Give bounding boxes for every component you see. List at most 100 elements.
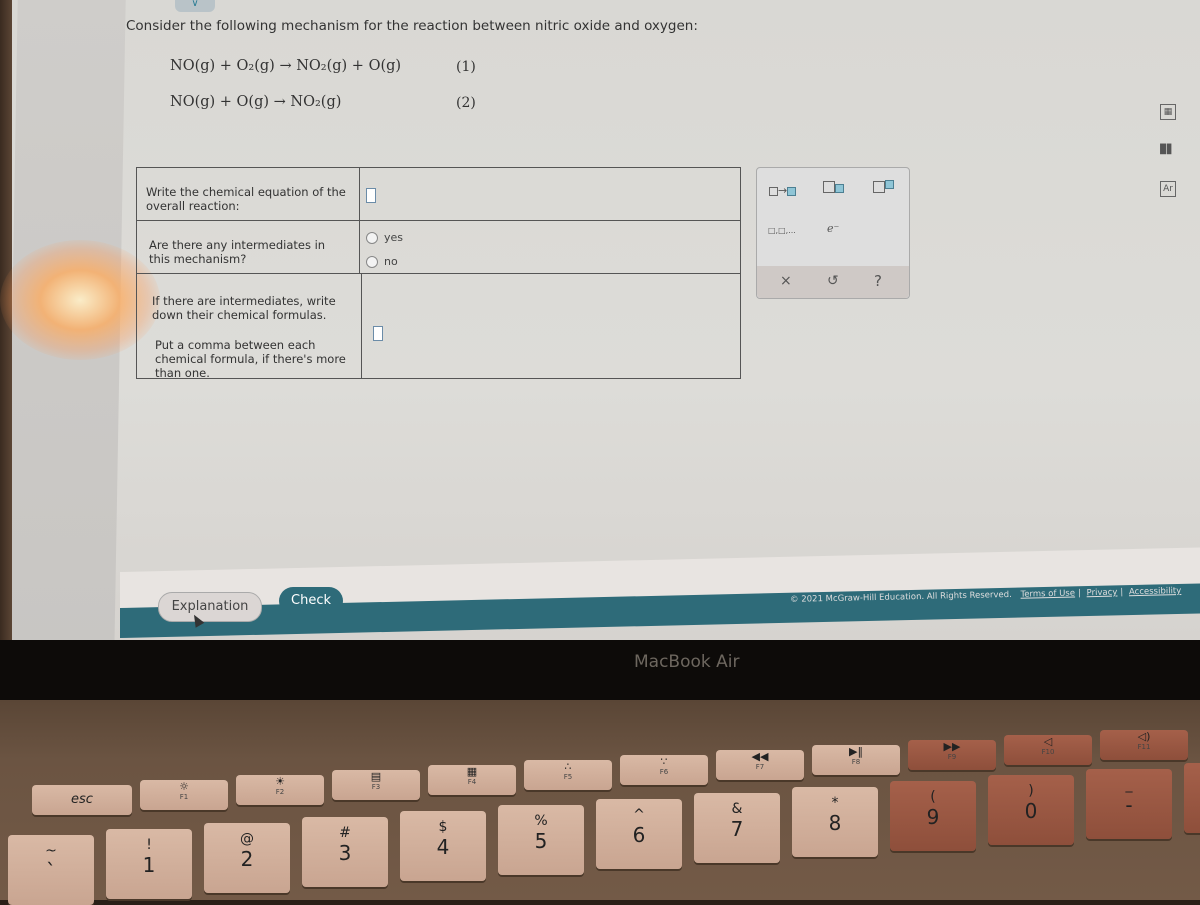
key-shift-label: ~ bbox=[45, 843, 57, 859]
key-fn-label: F10 bbox=[1041, 748, 1055, 756]
key-shift-label: + bbox=[1184, 771, 1200, 787]
key-shift-label: @ bbox=[240, 831, 254, 847]
key-4[interactable]: $4 bbox=[400, 811, 486, 881]
question-formulas-hint: Put a comma between each chemical formul… bbox=[155, 338, 346, 380]
palette-action-bar: × ↺ ? bbox=[757, 266, 909, 298]
key-8[interactable]: * 8 bbox=[792, 787, 878, 857]
clear-button[interactable]: × bbox=[780, 273, 792, 289]
key-5[interactable]: % 5 bbox=[498, 805, 584, 875]
box-icon bbox=[835, 184, 844, 193]
key-7[interactable]: & 7 bbox=[694, 793, 780, 863]
key-shift-label: $ bbox=[438, 819, 448, 835]
help-button[interactable]: ? bbox=[874, 272, 882, 290]
key-0[interactable]: ) 0 bbox=[988, 775, 1074, 845]
key-fn-label: F5 bbox=[563, 773, 573, 781]
step-1-products: NO₂(g) + O(g) bbox=[296, 58, 402, 74]
reaction-arrow-button[interactable]: → bbox=[769, 184, 797, 197]
key--[interactable]: _ - bbox=[1086, 769, 1172, 839]
electron-button[interactable]: e⁻ bbox=[827, 222, 839, 235]
radio-no[interactable]: no bbox=[366, 255, 398, 268]
check-button[interactable]: Check bbox=[279, 587, 343, 615]
key-icon: ▶▶ bbox=[943, 740, 961, 753]
key-esc[interactable]: esc bbox=[32, 785, 132, 815]
explanation-button[interactable]: Explanation bbox=[158, 592, 262, 622]
box-icon bbox=[823, 181, 835, 193]
calculator-icon[interactable]: ▦ bbox=[1160, 104, 1176, 120]
list-button[interactable]: □,□,... bbox=[768, 226, 796, 235]
collapse-tab[interactable]: ∨ bbox=[175, 0, 215, 12]
key-f11[interactable]: ◁) F11 bbox=[1100, 730, 1188, 760]
key-1[interactable]: ! 1 bbox=[106, 829, 192, 899]
key-`[interactable]: ~ ` bbox=[8, 835, 94, 905]
key-icon: ◁ bbox=[1043, 735, 1053, 748]
key-2[interactable]: @2 bbox=[204, 823, 290, 893]
key-f8[interactable]: ▶‖ F8 bbox=[812, 745, 900, 775]
key-f9[interactable]: ▶▶ F9 bbox=[908, 740, 996, 770]
key-label: - bbox=[1125, 793, 1133, 817]
step-2-reactants: NO(g) + O(g) bbox=[170, 94, 270, 110]
periodic-table-icon[interactable]: Ar bbox=[1160, 181, 1176, 197]
key-icon: ◁) bbox=[1137, 730, 1151, 743]
key-label: 5 bbox=[534, 829, 548, 853]
screen-bezel-left bbox=[0, 0, 12, 720]
mechanism-step-2: NO(g) + O(g) → NO₂(g) bbox=[170, 94, 341, 110]
key-=[interactable]: += bbox=[1184, 763, 1200, 833]
key-icon: ∵ bbox=[660, 755, 668, 768]
key-f3[interactable]: ▤ F3 bbox=[332, 770, 420, 800]
key-icon: ▤ bbox=[370, 770, 382, 783]
key-icon: ▶‖ bbox=[849, 745, 863, 758]
mechanism-step-1: NO(g) + O₂(g) → NO₂(g) + O(g) bbox=[170, 58, 401, 74]
key-label: 3 bbox=[338, 841, 352, 865]
key-label: 8 bbox=[828, 811, 842, 835]
key-f6[interactable]: ∵ F6 bbox=[620, 755, 708, 785]
undo-button[interactable]: ↺ bbox=[827, 273, 839, 289]
key-shift-label: ! bbox=[146, 837, 152, 853]
key-label: 7 bbox=[730, 817, 744, 841]
question-formulas-text: If there are intermediates, write down t… bbox=[152, 294, 336, 322]
radio-no-label: no bbox=[384, 255, 398, 268]
accessibility-link[interactable]: Accessibility bbox=[1129, 586, 1182, 597]
key-label: 0 bbox=[1024, 799, 1038, 823]
intermediates-input[interactable] bbox=[373, 326, 383, 341]
radio-circle-icon bbox=[366, 255, 378, 268]
privacy-link[interactable]: Privacy bbox=[1087, 588, 1118, 599]
key-label: = bbox=[1184, 787, 1200, 811]
key-f2[interactable]: ☀ F2 bbox=[236, 775, 324, 805]
key-icon: ☼ bbox=[179, 780, 189, 793]
key-9[interactable]: (9 bbox=[890, 781, 976, 851]
key-f1[interactable]: ☼ F1 bbox=[140, 780, 228, 810]
key-fn-label: F1 bbox=[179, 793, 189, 801]
key-f4[interactable]: ▦ F4 bbox=[428, 765, 516, 795]
key-3[interactable]: #3 bbox=[302, 817, 388, 887]
device-label: MacBook Air bbox=[634, 652, 740, 672]
step-2-products: NO₂(g) bbox=[290, 94, 342, 110]
chevron-down-icon: ∨ bbox=[191, 0, 199, 9]
key-f5[interactable]: ∴ F5 bbox=[524, 760, 612, 790]
question-row-formulas: If there are intermediates, write down t… bbox=[136, 273, 741, 380]
radio-yes[interactable]: yes bbox=[366, 231, 403, 244]
key-label: ` bbox=[46, 859, 56, 883]
key-label: 1 bbox=[142, 853, 156, 877]
terms-link[interactable]: Terms of Use bbox=[1020, 588, 1075, 599]
overall-equation-input[interactable] bbox=[366, 188, 376, 203]
box-icon bbox=[769, 186, 778, 196]
key-6[interactable]: ^ 6 bbox=[596, 799, 682, 869]
question-row-intermediates: Are there any intermediates in this mech… bbox=[136, 220, 741, 273]
key-label: 9 bbox=[926, 805, 940, 829]
key-fn-label: F7 bbox=[755, 763, 765, 771]
key-shift-label: ^ bbox=[633, 807, 645, 823]
subscript-button[interactable] bbox=[823, 180, 844, 193]
reaction-arrow: → bbox=[279, 58, 292, 74]
chart-icon[interactable]: ▉▋ bbox=[1160, 143, 1174, 157]
key-fn-label: F8 bbox=[851, 758, 861, 766]
key-label: esc bbox=[71, 792, 93, 807]
key-f10[interactable]: ◁ F10 bbox=[1004, 735, 1092, 765]
key-shift-label: ) bbox=[1028, 783, 1034, 799]
key-f7[interactable]: ◀◀ F7 bbox=[716, 750, 804, 780]
problem-intro: Consider the following mechanism for the… bbox=[126, 18, 698, 34]
box-icon bbox=[873, 181, 885, 193]
key-fn-label: F9 bbox=[947, 753, 957, 761]
key-icon: ∴ bbox=[564, 760, 572, 773]
key-shift-label: ( bbox=[930, 789, 936, 805]
superscript-button[interactable] bbox=[873, 180, 894, 193]
